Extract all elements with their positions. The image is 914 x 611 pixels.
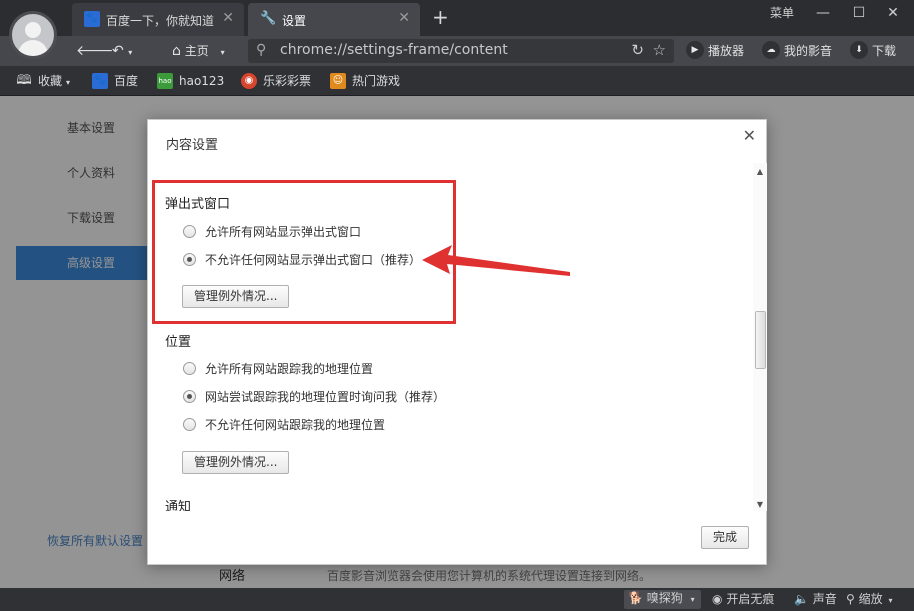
player-label: 播放器 [708,44,745,58]
baidu-paw-icon: 🐾 [92,73,108,89]
content-settings-dialog: 内容设置 ✕ 弹出式窗口 允许所有网站显示弹出式窗口 不允许任何网站显示弹出式窗… [147,119,767,565]
tab-label: 设置 [282,14,307,28]
game-icon: ☺ [330,73,346,89]
done-button[interactable]: 完成 [701,526,750,549]
private-label: 开启无痕 [726,592,775,606]
my-video-label: 我的影音 [784,44,833,58]
tab-close-icon[interactable]: ✕ [222,10,234,26]
back-button[interactable]: 🡐 [76,40,114,62]
address-bar[interactable]: ⚲ chrome://settings-frame/content ↻ ☆ [248,39,674,63]
hao123-icon: hao [157,73,173,89]
chevron-down-icon: ▾ [888,596,893,605]
baidu-paw-icon: 🐾 [84,11,100,27]
status-bar: 🐕 嗅探狗 ▾ ◉ 开启无痕 🔈 声音 ⚲ 缩放 ▾ [0,588,914,611]
scrollbar[interactable]: ▲ ▼ [753,163,767,511]
private-mode-button[interactable]: ◉ 开启无痕 [712,591,774,608]
minimize-icon[interactable]: — [810,2,836,24]
annotation-arrow [422,245,570,276]
search-icon: ⚲ [256,42,267,58]
radio-label: 不允许任何网站跟踪我的地理位置 [205,418,386,432]
tab-label: 百度一下，你就知道 [106,14,215,28]
chevron-down-icon: ▾ [66,78,71,87]
location-manage-exceptions-button[interactable]: 管理例外情况... [182,451,290,474]
location-allow-radio[interactable]: 允许所有网站跟踪我的地理位置 [183,360,373,378]
bookmark-label: 百度 [114,74,139,88]
bookmark-label: 热门游戏 [352,74,401,88]
book-icon: 🕮 [16,73,32,88]
bookmark-label: hao123 [179,74,225,88]
speaker-icon: 🔈 [794,592,809,606]
sound-label: 声音 [812,592,837,606]
bookmark-baidu[interactable]: 🐾 百度 [92,72,138,90]
dog-icon: 🐕 [628,591,643,605]
address-url[interactable]: chrome://settings-frame/content [280,42,508,58]
radio-label: 网站尝试跟踪我的地理位置时询问我（推荐） [205,390,446,404]
home-button[interactable]: ⌂ 主页 ▾ [172,40,225,62]
my-video-button[interactable]: ☁ 我的影音 [762,41,832,61]
close-icon[interactable]: ✕ [880,2,906,24]
download-button[interactable]: ⬇ 下载 [850,41,896,61]
scroll-up-icon[interactable]: ▲ [753,167,767,176]
home-label: 主页 [184,44,209,58]
download-icon: ⬇ [850,41,868,59]
dialog-title: 内容设置 [166,138,219,153]
bookmark-lottery[interactable]: ◉ 乐彩彩票 [241,72,311,90]
annotation-highlight-box [152,180,456,324]
home-icon: ⌂ [172,43,181,59]
location-block-radio[interactable]: 不允许任何网站跟踪我的地理位置 [183,416,385,434]
reload-icon[interactable]: ↻ [631,41,644,59]
dialog-content: 弹出式窗口 允许所有网站显示弹出式窗口 不允许任何网站显示弹出式窗口（推荐） 管… [148,163,752,511]
tab-baidu[interactable]: 🐾 百度一下，你就知道 ✕ [72,3,244,36]
bookmark-hao123[interactable]: hao hao123 [157,72,224,90]
bookmark-label: 乐彩彩票 [263,74,312,88]
magnifier-icon: ⚲ [846,592,855,606]
sniff-label: 嗅探狗 [646,591,683,605]
tab-close-icon[interactable]: ✕ [398,10,410,26]
new-tab-button[interactable]: + [432,6,449,28]
player-button[interactable]: ▶ 播放器 [686,41,744,61]
radio-label: 允许所有网站跟踪我的地理位置 [205,362,374,376]
bookmark-label: 收藏 [38,74,63,88]
toolbar: 🡐 ↶ ▾ ⌂ 主页 ▾ ⚲ chrome://settings-frame/c… [0,36,914,66]
avatar[interactable] [9,11,57,59]
lottery-icon: ◉ [241,73,257,89]
cloud-icon: ☁ [762,41,780,59]
location-section-title: 位置 [165,335,192,350]
tab-settings[interactable]: 🔧 设置 ✕ [248,3,420,36]
sound-button[interactable]: 🔈 声音 [794,591,837,608]
eye-icon: ◉ [712,592,723,606]
zoom-button[interactable]: ⚲ 缩放 ▾ [846,591,892,608]
sniff-dog-button[interactable]: 🐕 嗅探狗 ▾ [624,590,701,609]
bookmark-favorites[interactable]: 🕮 收藏 ▾ [16,72,70,90]
wrench-icon: 🔧 [260,11,277,26]
play-icon: ▶ [686,41,704,59]
radio-button[interactable] [183,418,196,431]
close-icon[interactable]: ✕ [743,126,756,145]
star-icon[interactable]: ☆ [653,41,666,59]
zoom-label: 缩放 [858,592,883,606]
chevron-down-icon: ▾ [690,595,695,604]
undo-button[interactable]: ↶ ▾ [112,40,132,62]
location-ask-radio[interactable]: 网站尝试跟踪我的地理位置时询问我（推荐） [183,388,445,406]
maximize-icon[interactable]: ☐ [846,2,872,24]
bookmark-games[interactable]: ☺ 热门游戏 [330,72,400,90]
chevron-down-icon: ▾ [220,48,225,57]
radio-button[interactable] [183,390,196,403]
scroll-down-icon[interactable]: ▼ [753,500,767,509]
download-label: 下载 [872,44,897,58]
radio-button[interactable] [183,362,196,375]
bookmarks-bar: 🕮 收藏 ▾ 🐾 百度 hao hao123 ◉ 乐彩彩票 ☺ 热门游戏 [0,66,914,96]
menu-button[interactable]: 菜单 [770,4,794,21]
scrollbar-thumb[interactable] [755,311,766,369]
title-bar: 🐾 百度一下，你就知道 ✕ 🔧 设置 ✕ + 菜单 — ☐ ✕ [0,0,914,36]
notifications-section-title: 通知 [165,500,192,511]
